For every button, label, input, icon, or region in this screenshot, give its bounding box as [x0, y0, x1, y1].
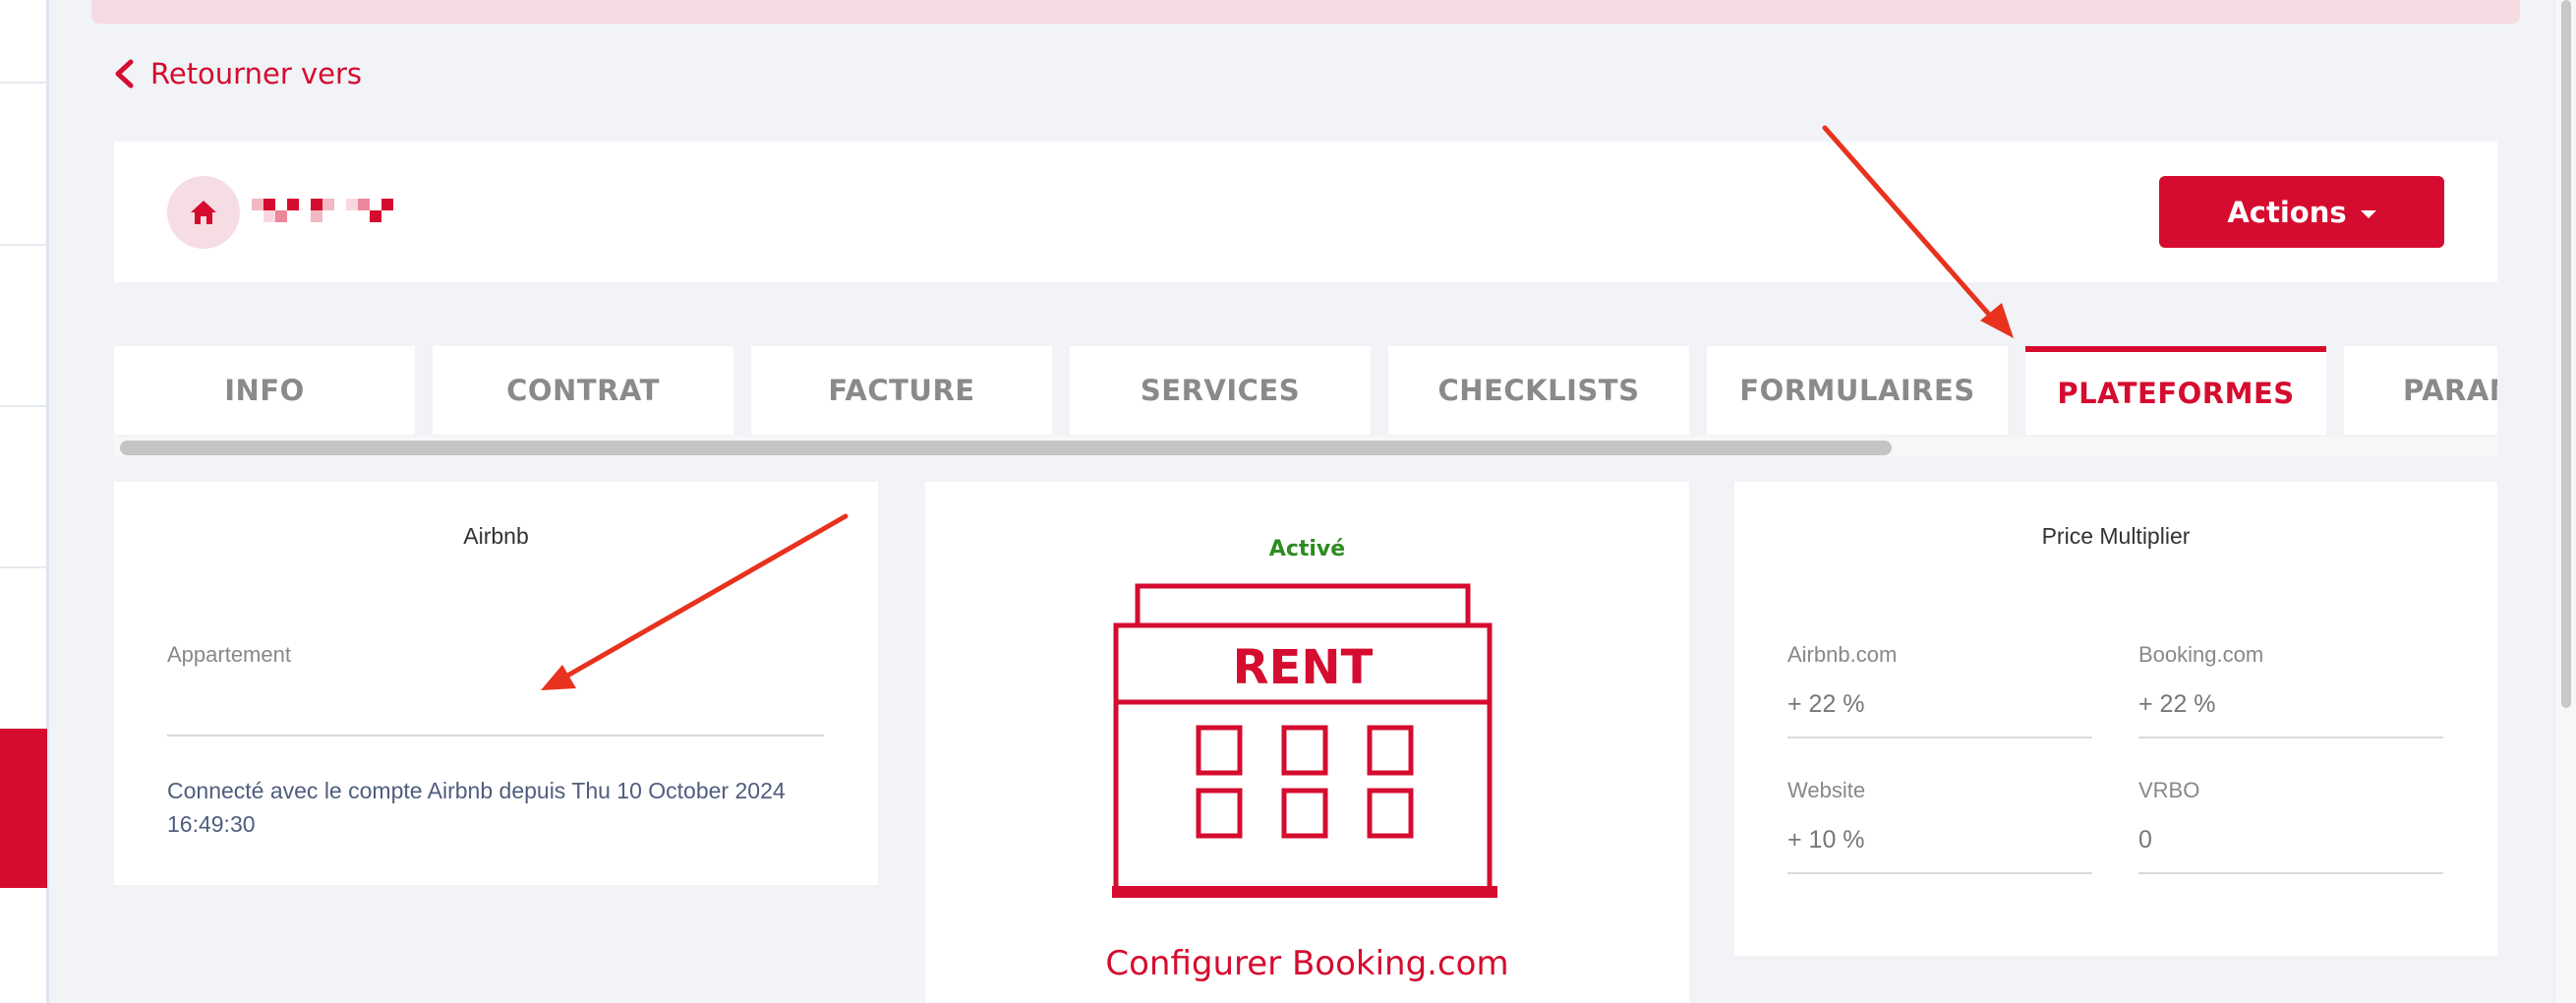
- price-multiplier-title: Price Multiplier: [2041, 523, 2191, 549]
- rent-sign-text: RENT: [1233, 640, 1374, 695]
- property-avatar: [167, 176, 240, 249]
- tab-facture[interactable]: FACTURE: [751, 346, 1052, 435]
- tab-info[interactable]: INFO: [114, 346, 415, 435]
- airbnb-card-title: Airbnb: [463, 523, 529, 549]
- configure-booking-link[interactable]: Configurer Booking.com: [925, 944, 1689, 983]
- vrbo-multiplier-underline: [2138, 872, 2443, 874]
- sidebar-divider: [0, 244, 46, 246]
- tab-bar: INFO CONTRAT FACTURE SERVICES CHECKLISTS…: [114, 346, 2497, 456]
- airbnb-multiplier-field[interactable]: + 22 %: [1787, 690, 1865, 719]
- rent-building-illustration: RENT: [1112, 583, 1497, 898]
- apartment-field-underline: [167, 735, 824, 737]
- chevron-left-icon: [115, 59, 134, 88]
- website-multiplier-label: Website: [1787, 778, 1866, 802]
- booking-multiplier-label: Booking.com: [2138, 642, 2264, 667]
- airbnb-multiplier-label: Airbnb.com: [1787, 642, 1898, 667]
- page-scrollbar[interactable]: [2554, 0, 2576, 1003]
- tab-scrollbar-thumb[interactable]: [120, 441, 1892, 455]
- booking-card: Activé RENT Configurer Booking.com: [925, 482, 1689, 1003]
- sidebar-active-item[interactable]: [0, 729, 47, 888]
- sidebar-divider: [0, 566, 46, 568]
- actions-button-label: Actions: [2227, 195, 2347, 229]
- home-icon: [191, 201, 216, 224]
- tab-services[interactable]: SERVICES: [1070, 346, 1371, 435]
- tab-contrat[interactable]: CONTRAT: [433, 346, 733, 435]
- actions-dropdown-button[interactable]: Actions: [2159, 176, 2444, 248]
- airbnb-card: Airbnb Appartement Connecté avec le comp…: [114, 482, 878, 885]
- property-name-pixelated: [252, 199, 393, 222]
- tab-formulaires[interactable]: FORMULAIRES: [1707, 346, 2008, 435]
- tab-parametres[interactable]: PARAM: [2344, 346, 2497, 435]
- vrbo-multiplier-field[interactable]: 0: [2138, 826, 2152, 855]
- page-scrollbar-thumb[interactable]: [2561, 0, 2571, 708]
- website-multiplier-field[interactable]: + 10 %: [1787, 826, 1865, 855]
- airbnb-multiplier-underline: [1787, 737, 2092, 738]
- sidebar-divider: [0, 405, 46, 407]
- status-badge: Activé: [1268, 537, 1346, 561]
- tab-plateformes[interactable]: PLATEFORMES: [2025, 346, 2326, 435]
- booking-multiplier-underline: [2138, 737, 2443, 738]
- property-header: Actions: [114, 142, 2497, 282]
- booking-multiplier-field[interactable]: + 22 %: [2138, 690, 2216, 719]
- vrbo-multiplier-label: VRBO: [2138, 778, 2200, 802]
- price-multiplier-card: Price Multiplier Airbnb.com + 22 % Booki…: [1734, 482, 2497, 956]
- sidebar-divider: [0, 82, 46, 84]
- alert-banner: [91, 0, 2520, 24]
- tab-checklists[interactable]: CHECKLISTS: [1388, 346, 1689, 435]
- apartment-field-label: Appartement: [167, 642, 291, 667]
- left-sidebar: [0, 0, 49, 1003]
- website-multiplier-underline: [1787, 872, 2092, 874]
- back-link[interactable]: Retourner vers: [113, 57, 362, 90]
- caret-down-icon: [2360, 209, 2376, 218]
- airbnb-connection-status: Connecté avec le compte Airbnb depuis Th…: [167, 778, 786, 837]
- back-link-label: Retourner vers: [150, 57, 362, 90]
